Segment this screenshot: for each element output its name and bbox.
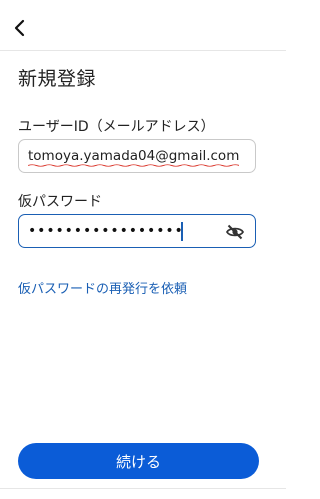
divider [0,488,286,489]
password-field[interactable]: ••••••••••••••••• [18,214,256,248]
text-caret [181,222,183,241]
page-title: 新規登録 [18,68,97,90]
continue-button[interactable]: 続ける [18,443,259,479]
spellcheck-underline [28,164,240,167]
chevron-left-icon [14,19,25,37]
top-bar [0,0,286,51]
password-masked-value: ••••••••••••••••• [28,223,184,239]
back-button[interactable] [8,16,32,40]
email-field[interactable]: tomoya.yamada04@gmail.com [18,139,256,173]
email-value: tomoya.yamada04@gmail.com [28,148,240,167]
email-label: ユーザーID（メールアドレス） [18,119,215,135]
eye-slash-icon [225,224,245,240]
reissue-temp-password-link[interactable]: 仮パスワードの再発行を依頼 [18,278,187,297]
password-label: 仮パスワード [18,194,102,210]
toggle-password-visibility-button[interactable] [225,222,245,242]
